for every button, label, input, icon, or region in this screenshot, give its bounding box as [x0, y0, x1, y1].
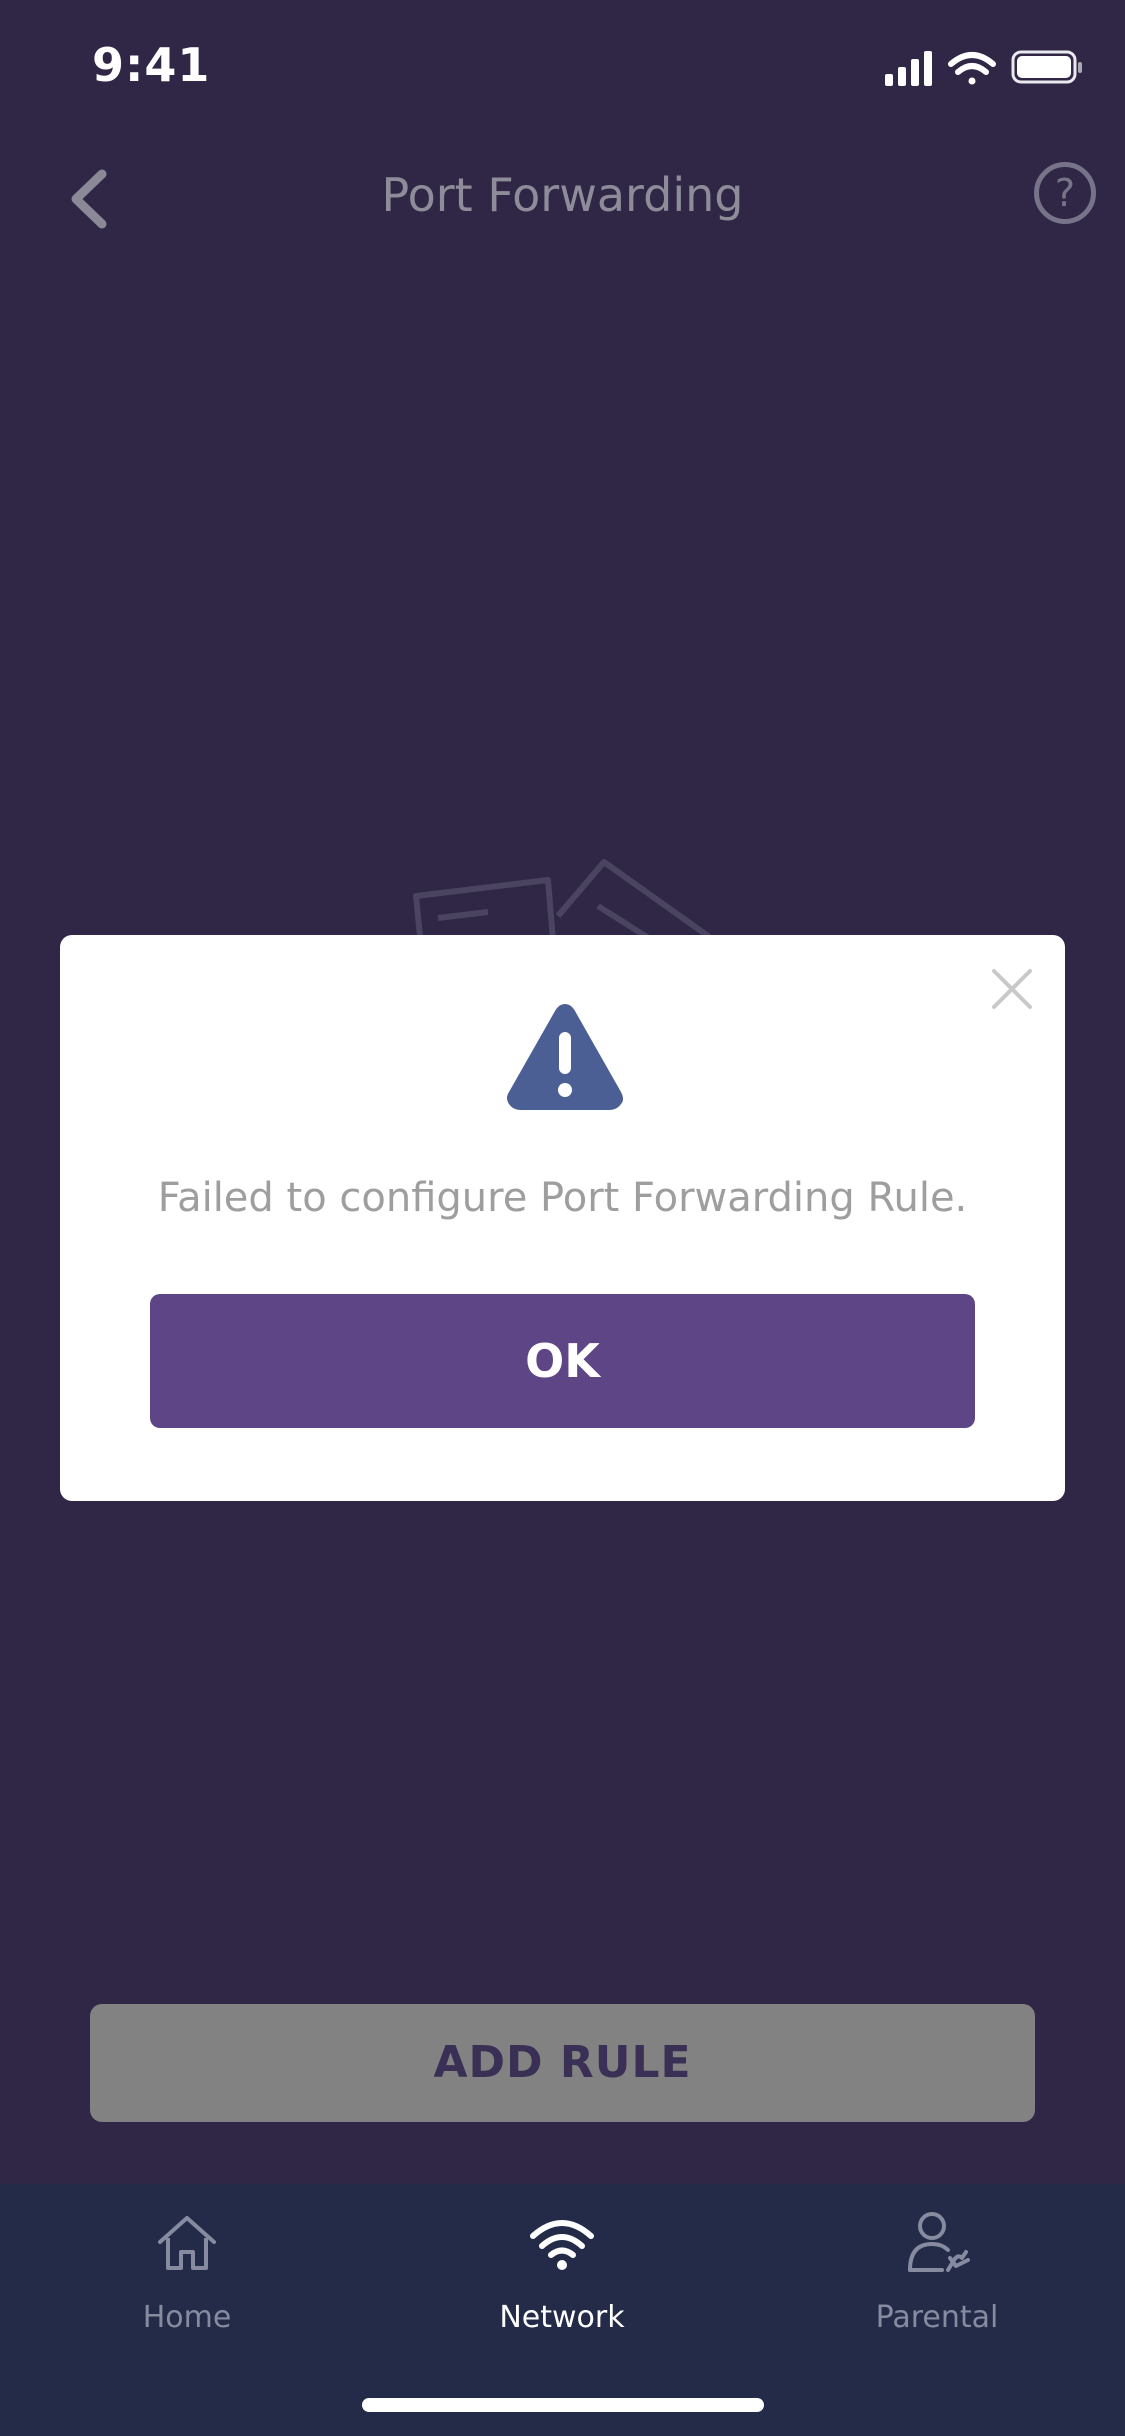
status-bar: 9:41 — [0, 0, 1125, 140]
status-icons — [885, 50, 1082, 86]
tab-home-label: Home — [142, 2300, 232, 2335]
page-title: Port Forwarding — [381, 168, 744, 222]
home-indicator[interactable] — [362, 2398, 764, 2412]
tab-parental-label: Parental — [875, 2300, 999, 2335]
help-button[interactable]: ? — [1034, 162, 1096, 224]
cellular-signal-icon — [885, 51, 932, 86]
wifi-icon — [948, 52, 996, 85]
parental-icon — [908, 2212, 970, 2272]
error-dialog: Failed to configure Port Forwarding Rule… — [60, 935, 1065, 1501]
tab-parental[interactable]: Parental — [807, 2208, 1067, 2358]
close-icon[interactable] — [988, 965, 1036, 1013]
tab-network-label: Network — [499, 2300, 625, 2335]
battery-icon — [1011, 50, 1082, 84]
home-icon — [158, 2216, 216, 2270]
add-rule-button[interactable]: ADD RULE — [90, 2004, 1035, 2122]
port-forwarding-screen: 9:41 Port Forwarding ? ADD RULE Home Net… — [0, 0, 1125, 2436]
wifi-icon — [530, 2220, 594, 2270]
tab-network[interactable]: Network — [432, 2208, 692, 2358]
navigation-header: Port Forwarding ? — [0, 140, 1125, 250]
dialog-message: Failed to configure Port Forwarding Rule… — [157, 1175, 968, 1221]
ok-button[interactable]: OK — [150, 1294, 975, 1428]
warning-triangle-icon — [507, 1004, 623, 1110]
tab-home[interactable]: Home — [57, 2208, 317, 2358]
status-time: 9:41 — [92, 38, 211, 92]
